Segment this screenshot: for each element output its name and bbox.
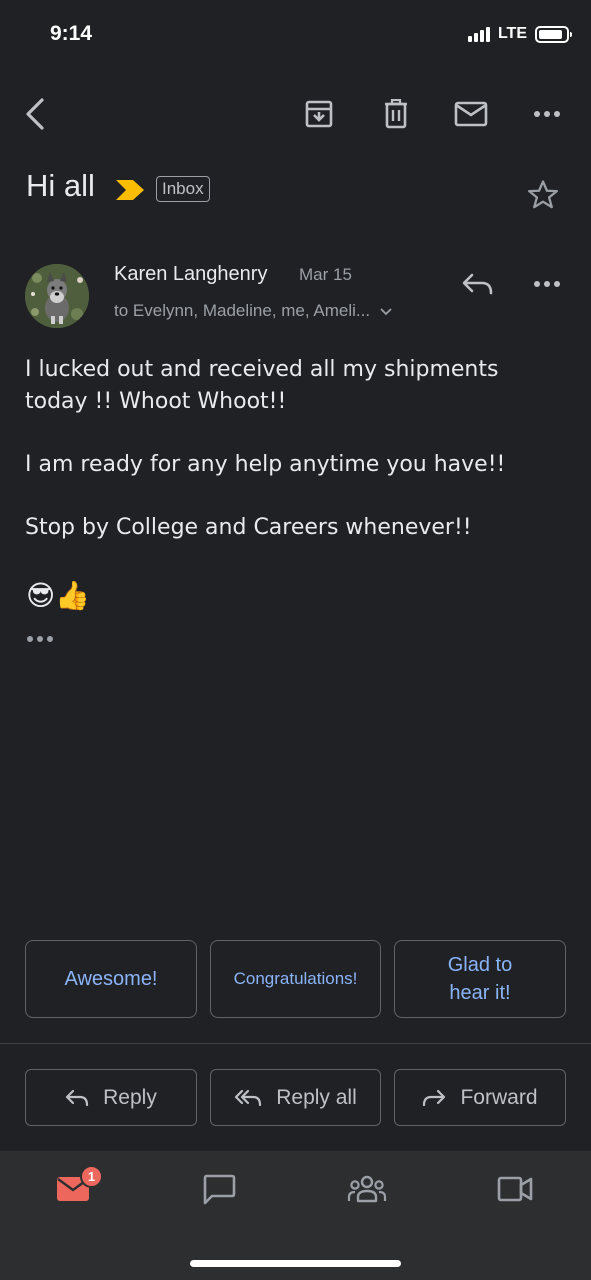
smart-reply-congratulations[interactable]: Congratulations! (210, 940, 381, 1018)
back-arrow-icon[interactable] (13, 92, 57, 136)
show-trimmed-content-button[interactable] (27, 636, 53, 642)
forward-button[interactable]: Forward (394, 1069, 566, 1126)
smart-reply-awesome[interactable]: Awesome! (25, 940, 197, 1018)
star-icon[interactable] (526, 178, 560, 216)
sunglasses-emoji: 😎 (26, 579, 56, 612)
reply-all-label: Reply all (276, 1085, 357, 1109)
email-subject: Hi all (26, 168, 95, 203)
sender-name[interactable]: Karen Langhenry (114, 263, 267, 286)
reply-icon (66, 1089, 89, 1106)
nav-meet-icon[interactable] (493, 1167, 537, 1211)
message-more-icon[interactable] (525, 262, 569, 306)
emoji-row: 😎 👍 (26, 580, 90, 612)
reply-all-icon (235, 1089, 262, 1106)
importance-marker-icon[interactable] (116, 180, 144, 204)
signal-icon (467, 26, 490, 42)
thumbs-up-emoji: 👍 (55, 579, 91, 612)
divider (0, 1043, 591, 1044)
reply-all-button[interactable]: Reply all (210, 1069, 381, 1126)
mail-icon[interactable] (449, 92, 493, 136)
forward-icon (423, 1089, 446, 1106)
nav-spaces-icon[interactable] (345, 1167, 389, 1211)
email-date: Mar 15 (299, 265, 352, 284)
unread-badge: 1 (80, 1165, 103, 1188)
reply-icon[interactable] (456, 262, 500, 306)
recipients-text: to Evelynn, Madeline, me, Ameli... (114, 301, 371, 320)
nav-chat-icon[interactable] (197, 1167, 241, 1211)
status-indicators: LTE (467, 25, 572, 43)
status-time: 9:14 (50, 22, 93, 45)
inbox-label[interactable]: Inbox (156, 176, 210, 202)
recipients-toggle[interactable]: to Evelynn, Madeline, me, Ameli... (114, 301, 392, 321)
forward-label: Forward (460, 1085, 538, 1109)
home-indicator[interactable] (190, 1260, 401, 1267)
trash-icon[interactable] (374, 92, 418, 136)
network-label: LTE (497, 25, 527, 42)
email-body-paragraph: I am ready for any help anytime you have… (25, 452, 506, 477)
smart-reply-glad[interactable]: Glad to hear it! (394, 940, 566, 1018)
chevron-down-icon (380, 301, 392, 321)
battery-icon (535, 25, 572, 43)
email-body-paragraph: Stop by College and Careers whenever!! (25, 515, 472, 540)
reply-label: Reply (103, 1085, 157, 1109)
more-options-icon[interactable] (525, 92, 569, 136)
archive-icon[interactable] (297, 92, 341, 136)
sender-avatar[interactable] (25, 264, 89, 328)
email-body-paragraph: I lucked out and received all my shipmen… (25, 357, 499, 414)
reply-button[interactable]: Reply (25, 1069, 197, 1126)
